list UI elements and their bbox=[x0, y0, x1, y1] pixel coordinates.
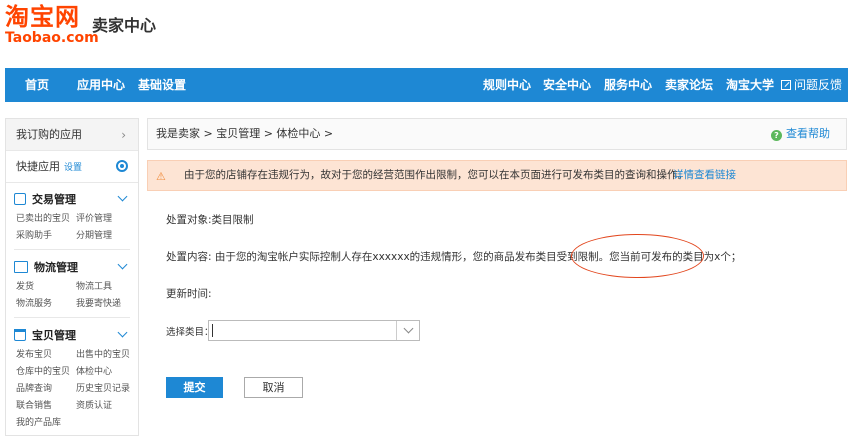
nav-rules-center[interactable]: 规则中心 bbox=[483, 68, 531, 102]
nav-taobao-university[interactable]: 淘宝大学 bbox=[726, 68, 774, 102]
top-nav: 首页 应用中心 基础设置 规则中心 安全中心 服务中心 卖家论坛 淘宝大学 问题… bbox=[5, 68, 848, 102]
disposal-target: 处置对象:类目限制 bbox=[166, 214, 254, 226]
breadcrumb[interactable]: 我是卖家 > 宝贝管理 > 体检中心 > bbox=[156, 119, 333, 149]
details-link[interactable]: 详情查看链接 bbox=[673, 161, 736, 190]
chevron-right-icon: › bbox=[121, 128, 126, 142]
warning-text: 由于您的店铺存在违规行为，故对于您的经营范围作出限制，您可以在本页面进行可发布类… bbox=[184, 169, 688, 181]
warning-banner: ⚠ 由于您的店铺存在违规行为，故对于您的经营范围作出限制，您可以在本页面进行可发… bbox=[147, 160, 847, 191]
shirt-icon bbox=[14, 329, 26, 341]
sidebar-link-installments[interactable]: 分期管理 bbox=[76, 228, 136, 245]
group-links: 发货 物流工具 物流服务 我要寄快递 bbox=[16, 279, 136, 313]
group-title-logistics[interactable]: 物流管理 bbox=[14, 259, 78, 277]
sidebar-link-send-express[interactable]: 我要寄快递 bbox=[76, 296, 136, 313]
sidebar-subscribed-apps[interactable]: 我订购的应用 › bbox=[6, 119, 138, 151]
site-title: 卖家中心 bbox=[92, 16, 157, 35]
help-link[interactable]: ? 查看帮助 bbox=[771, 119, 830, 149]
nav-feedback[interactable]: 问题反馈 bbox=[781, 68, 842, 102]
divider bbox=[14, 317, 130, 318]
highlight-annotation-circle bbox=[571, 234, 704, 278]
text-caret bbox=[212, 324, 213, 337]
group-title-items[interactable]: 宝贝管理 bbox=[14, 327, 76, 345]
submit-button[interactable]: 提交 bbox=[166, 377, 223, 398]
nav-home[interactable]: 首页 bbox=[25, 68, 49, 102]
sidebar-link-logistics-service[interactable]: 物流服务 bbox=[16, 296, 76, 313]
chevron-down-icon[interactable] bbox=[117, 191, 128, 202]
sidebar-link-joint-sales[interactable]: 联合销售 bbox=[16, 398, 76, 415]
sidebar: 我订购的应用 › 快捷应用 设置 交易管理 已卖出的宝贝 评价管理 采购助手 分期… bbox=[5, 118, 139, 436]
sidebar-link-items-on-sale[interactable]: 出售中的宝贝 bbox=[76, 347, 136, 364]
cancel-button[interactable]: 取消 bbox=[244, 377, 303, 398]
sidebar-link-logistics-tools[interactable]: 物流工具 bbox=[76, 279, 136, 296]
quick-apps-settings-link[interactable]: 设置 bbox=[64, 163, 82, 173]
sidebar-link-health-check[interactable]: 体检中心 bbox=[76, 364, 136, 381]
quick-apps-label: 快捷应用 bbox=[16, 160, 60, 173]
sidebar-link-sold-items[interactable]: 已卖出的宝贝 bbox=[16, 211, 76, 228]
nav-security-center[interactable]: 安全中心 bbox=[543, 68, 591, 102]
group-title-label: 交易管理 bbox=[32, 193, 76, 206]
group-title-trade[interactable]: 交易管理 bbox=[14, 191, 76, 209]
select-category-label: 选择类目： bbox=[166, 327, 214, 338]
group-title-label: 物流管理 bbox=[34, 261, 78, 274]
group-title-label: 宝贝管理 bbox=[32, 329, 76, 342]
sidebar-link-product-library[interactable]: 我的产品库 bbox=[16, 415, 76, 432]
divider bbox=[14, 249, 130, 250]
breadcrumb-bar: 我是卖家 > 宝贝管理 > 体检中心 > ? 查看帮助 bbox=[147, 118, 847, 150]
update-time: 更新时间: bbox=[166, 288, 212, 300]
taobao-logo[interactable]: 淘宝网 Taobao.com bbox=[5, 4, 99, 45]
nav-basic-settings[interactable]: 基础设置 bbox=[138, 68, 186, 102]
nav-service-center[interactable]: 服务中心 bbox=[604, 68, 652, 102]
subscribed-apps-label: 我订购的应用 bbox=[16, 128, 82, 141]
gear-icon[interactable] bbox=[116, 160, 128, 172]
group-links: 发布宝贝 出售中的宝贝 仓库中的宝贝 体检中心 品牌查询 历史宝贝记录 联合销售… bbox=[16, 347, 136, 432]
category-select[interactable] bbox=[208, 320, 420, 341]
sidebar-quick-apps: 快捷应用 设置 bbox=[6, 151, 138, 183]
sidebar-group-logistics: 物流管理 发货 物流工具 物流服务 我要寄快递 bbox=[6, 259, 138, 311]
group-links: 已卖出的宝贝 评价管理 采购助手 分期管理 bbox=[16, 211, 136, 245]
chevron-down-icon[interactable] bbox=[403, 323, 414, 334]
select-divider bbox=[396, 321, 397, 340]
logo-text-cn: 淘宝网 bbox=[5, 3, 80, 31]
sidebar-link-purchase-assistant[interactable]: 采购助手 bbox=[16, 228, 76, 245]
chevron-down-icon[interactable] bbox=[117, 259, 128, 270]
document-icon bbox=[14, 193, 26, 205]
question-icon: ? bbox=[771, 130, 782, 141]
warning-icon: ⚠ bbox=[156, 170, 166, 183]
sidebar-link-reviews[interactable]: 评价管理 bbox=[76, 211, 136, 228]
sidebar-link-item-history[interactable]: 历史宝贝记录 bbox=[76, 381, 136, 398]
sidebar-link-qualification[interactable]: 资质认证 bbox=[76, 398, 136, 415]
sidebar-group-items: 宝贝管理 发布宝贝 出售中的宝贝 仓库中的宝贝 体检中心 品牌查询 历史宝贝记录… bbox=[6, 327, 138, 435]
nav-app-center[interactable]: 应用中心 bbox=[77, 68, 125, 102]
truck-icon bbox=[14, 261, 28, 273]
sidebar-link-publish-item[interactable]: 发布宝贝 bbox=[16, 347, 76, 364]
feedback-label: 问题反馈 bbox=[794, 78, 843, 92]
sidebar-link-items-in-warehouse[interactable]: 仓库中的宝贝 bbox=[16, 364, 76, 381]
sidebar-link-ship[interactable]: 发货 bbox=[16, 279, 76, 296]
nav-seller-forum[interactable]: 卖家论坛 bbox=[665, 68, 713, 102]
logo-text-en: Taobao.com bbox=[5, 30, 99, 46]
edit-icon bbox=[781, 80, 791, 90]
chevron-down-icon[interactable] bbox=[117, 327, 128, 338]
sidebar-link-brand-query[interactable]: 品牌查询 bbox=[16, 381, 76, 398]
help-label: 查看帮助 bbox=[786, 127, 830, 140]
sidebar-group-trade: 交易管理 已卖出的宝贝 评价管理 采购助手 分期管理 bbox=[6, 191, 138, 243]
header: 淘宝网 Taobao.com 卖家中心 bbox=[0, 0, 853, 68]
